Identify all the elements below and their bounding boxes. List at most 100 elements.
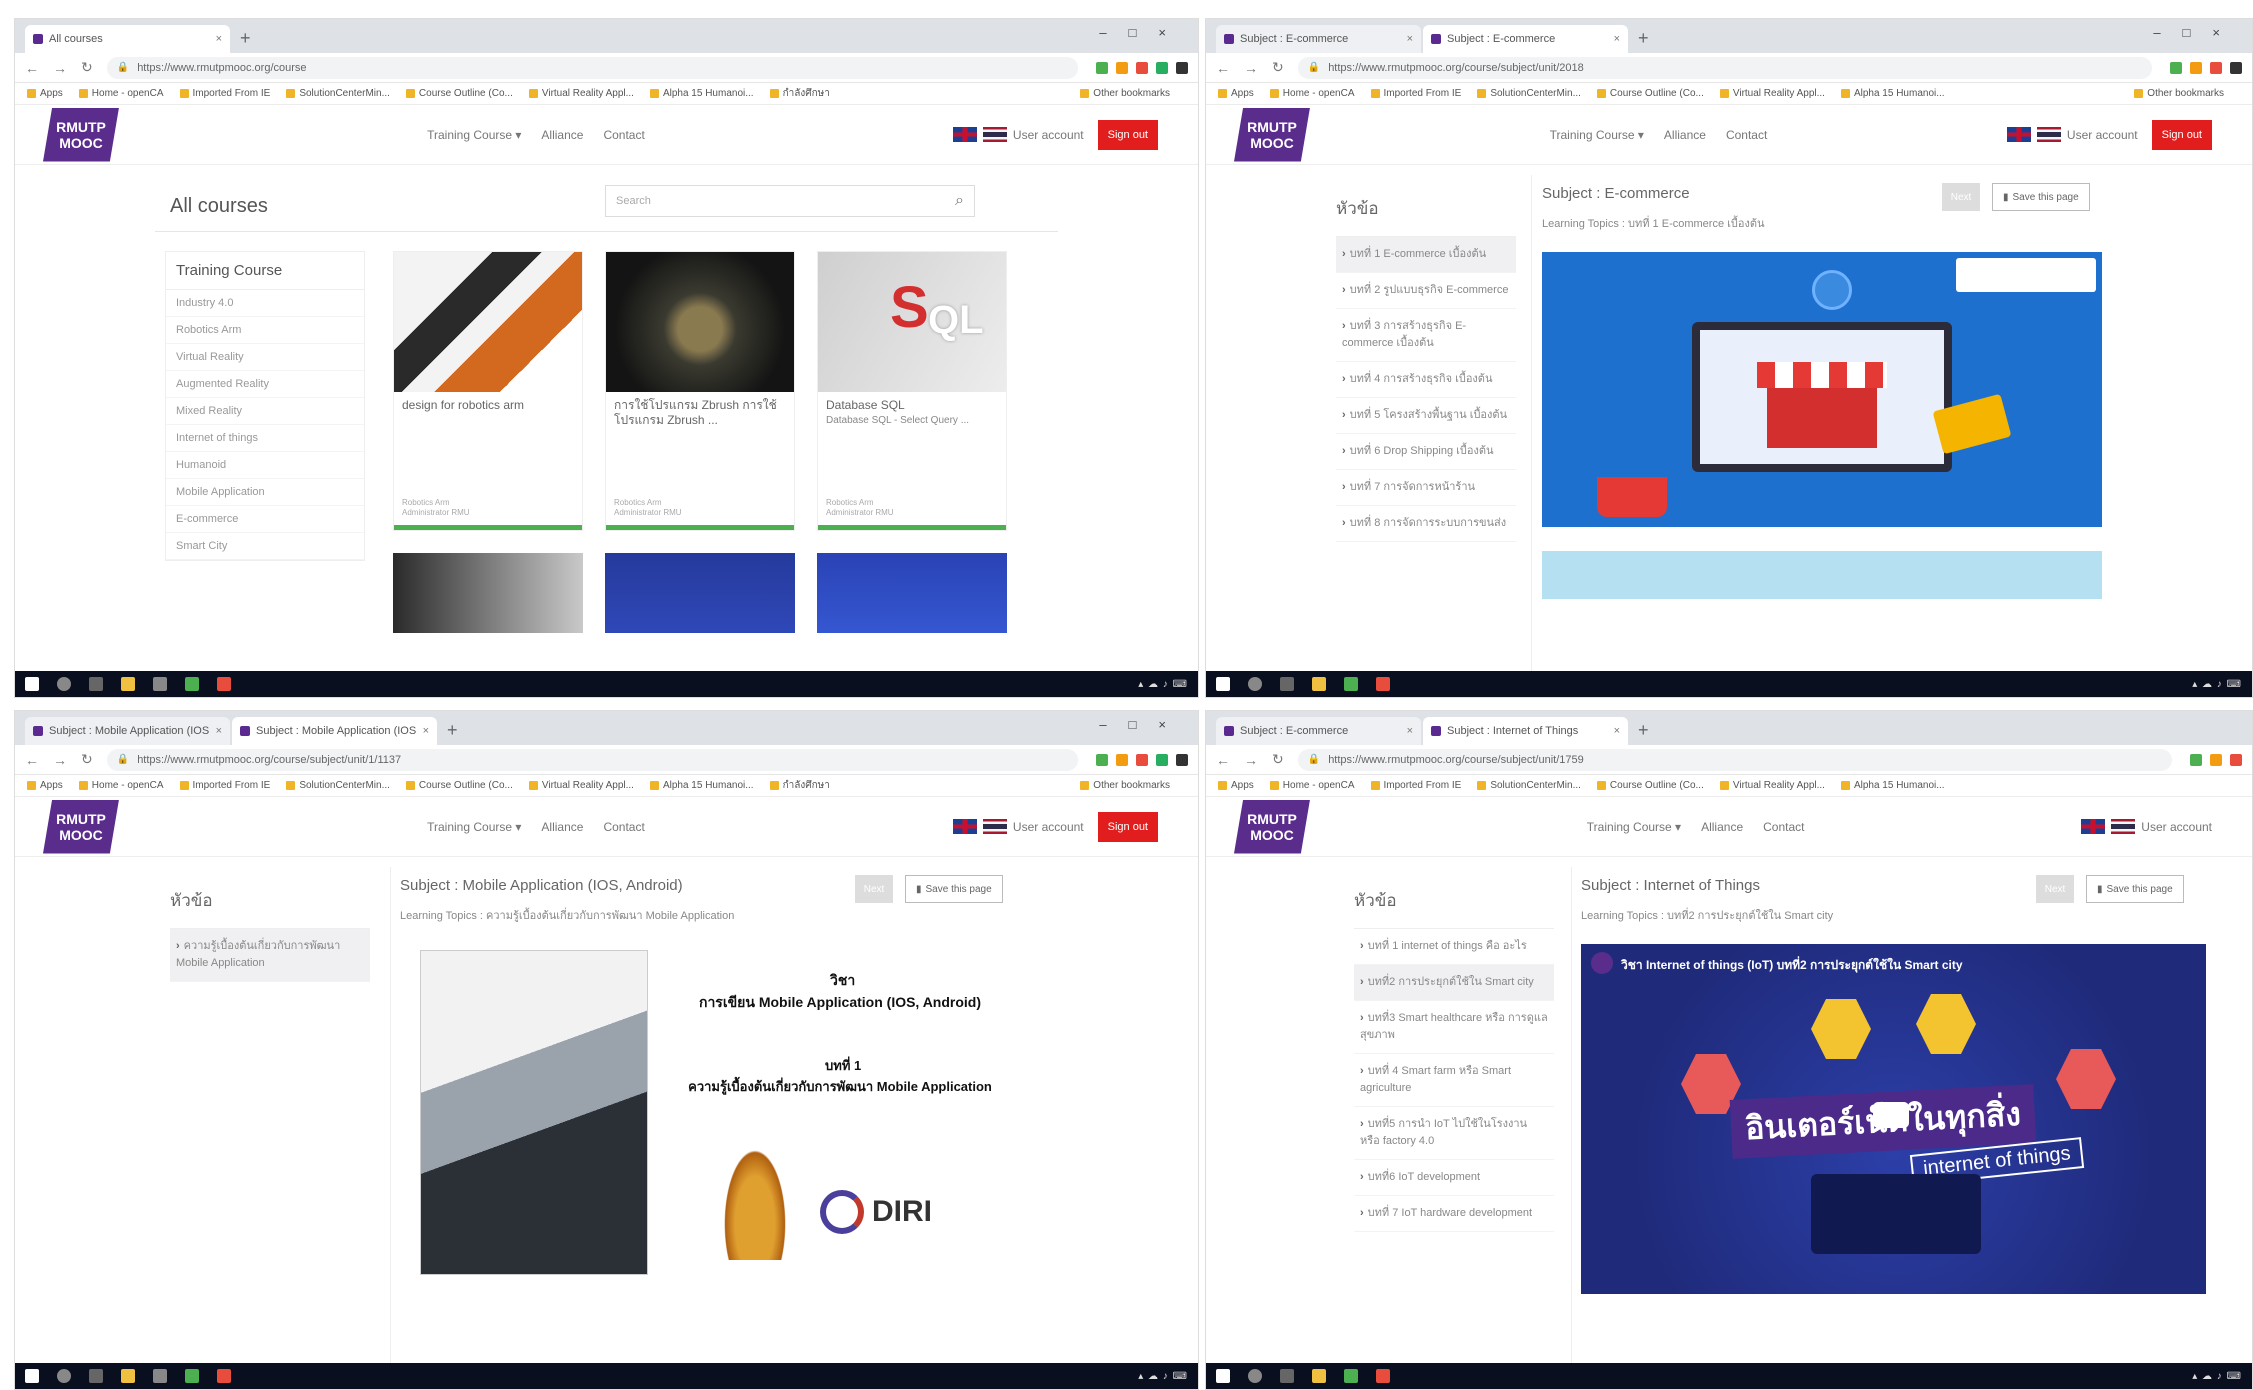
category-item[interactable]: Augmented Reality <box>166 371 364 398</box>
app-icon[interactable] <box>185 677 199 691</box>
task-view-icon[interactable] <box>1280 677 1294 691</box>
chrome-icon[interactable] <box>1376 677 1390 691</box>
course-thumbnail[interactable] <box>817 553 1007 633</box>
extension-icon[interactable] <box>2210 753 2222 766</box>
file-explorer-icon[interactable] <box>121 677 135 691</box>
lesson-item[interactable]: › บทที่ 8 การจัดการระบบการขนส่ง <box>1336 506 1516 542</box>
windows-start-icon[interactable] <box>1216 677 1230 691</box>
search-icon[interactable] <box>57 1369 71 1383</box>
search-icon[interactable] <box>57 677 71 691</box>
uk-flag-icon[interactable] <box>952 819 977 834</box>
extension-icon[interactable] <box>1136 753 1148 766</box>
new-tab-icon[interactable]: + <box>1638 720 1649 741</box>
nav-contact[interactable]: Contact <box>1763 820 1804 834</box>
system-tray[interactable]: ▴ ☁ ♪ ⌨ <box>1138 679 1188 690</box>
course-card[interactable]: design for robotics arm Robotics Arm Admi… <box>393 251 583 531</box>
bookmark[interactable]: Virtual Reality Appl... <box>528 780 634 791</box>
search-icon[interactable] <box>1248 1369 1262 1383</box>
category-item[interactable]: Robotics Arm <box>166 317 364 344</box>
bookmark[interactable]: Apps <box>27 780 63 791</box>
lesson-item[interactable]: › บทที่ 6 Drop Shipping เบื้องต้น <box>1336 434 1516 470</box>
file-explorer-icon[interactable] <box>121 1369 135 1383</box>
extension-icon[interactable] <box>2230 753 2242 766</box>
window-controls[interactable]: –□× <box>1099 717 1188 732</box>
back-icon[interactable]: ← <box>1216 752 1230 768</box>
category-item[interactable]: Mobile Application <box>166 479 364 506</box>
system-tray[interactable]: ▴ ☁ ♪ ⌨ <box>2192 1371 2242 1382</box>
save-page-button[interactable]: ▮ Save this page <box>1992 183 2090 211</box>
new-tab-icon[interactable]: + <box>447 720 458 741</box>
reload-icon[interactable]: ↻ <box>81 751 93 768</box>
close-icon[interactable]: × <box>216 725 222 737</box>
course-card[interactable]: การใช้โปรแกรม Zbrush การใช้โปรแกรม Zbrus… <box>605 251 795 531</box>
url-input[interactable]: 🔒 https://www.rmutpmooc.org/course/subjec… <box>106 748 1078 771</box>
bookmark[interactable]: กำลังศึกษา <box>769 778 830 793</box>
windows-start-icon[interactable] <box>25 677 39 691</box>
category-item[interactable]: E-commerce <box>166 506 364 533</box>
reload-icon[interactable]: ↻ <box>1272 59 1284 76</box>
lesson-item[interactable]: › บทที่ 5 โครงสร้างพื้นฐาน เบื้องต้น <box>1336 398 1516 434</box>
search-input[interactable]: Search ⌕ <box>605 185 975 217</box>
bookmark[interactable]: Imported From IE <box>1370 88 1461 99</box>
extension-icon[interactable] <box>1116 61 1128 74</box>
sign-out-button[interactable]: Sign out <box>1097 811 1158 842</box>
system-tray[interactable]: ▴ ☁ ♪ ⌨ <box>2192 679 2242 690</box>
bookmark[interactable]: SolutionCenterMin... <box>286 780 390 791</box>
lesson-item[interactable]: › บทที่3 Smart healthcare หรือ การดูแลสุข… <box>1354 1001 1554 1054</box>
window-controls[interactable]: –□× <box>1099 25 1188 40</box>
lesson-item[interactable]: › บทที่ 7 IoT hardware development <box>1354 1196 1554 1232</box>
reload-icon[interactable]: ↻ <box>1272 751 1284 768</box>
bookmark[interactable]: Apps <box>1218 88 1254 99</box>
category-item[interactable]: Industry 4.0 <box>166 290 364 317</box>
bookmark[interactable]: Virtual Reality Appl... <box>1719 88 1825 99</box>
close-icon[interactable]: × <box>1407 725 1413 737</box>
next-button[interactable]: Next <box>1942 183 1980 211</box>
lesson-item[interactable]: › บทที่ 7 การจัดการหน้าร้าน <box>1336 470 1516 506</box>
user-account-link[interactable]: User account <box>1013 128 1084 142</box>
app-icon[interactable] <box>1344 1369 1358 1383</box>
nav-training-course[interactable]: Training Course ▾ <box>1550 128 1644 142</box>
bookmark[interactable]: SolutionCenterMin... <box>1477 88 1581 99</box>
category-item[interactable]: Humanoid <box>166 452 364 479</box>
extension-icon[interactable] <box>1176 753 1188 766</box>
lesson-item[interactable]: › ความรู้เบื้องต้นเกี่ยวกับการพัฒนา Mobil… <box>170 929 370 982</box>
course-thumbnail[interactable] <box>393 553 583 633</box>
chrome-icon[interactable] <box>217 677 231 691</box>
forward-icon[interactable]: → <box>53 60 67 76</box>
system-tray[interactable]: ▴ ☁ ♪ ⌨ <box>1138 1371 1188 1382</box>
next-button[interactable]: Next <box>2036 875 2074 903</box>
app-icon[interactable] <box>185 1369 199 1383</box>
user-account-link[interactable]: User account <box>2141 820 2212 834</box>
save-page-button[interactable]: ▮ Save this page <box>2086 875 2184 903</box>
category-item[interactable]: Smart City <box>166 533 364 560</box>
extension-icon[interactable] <box>1096 61 1108 74</box>
nav-alliance[interactable]: Alliance <box>1664 128 1706 142</box>
category-item[interactable]: Mixed Reality <box>166 398 364 425</box>
thai-flag-icon[interactable] <box>2111 819 2136 834</box>
close-icon[interactable]: × <box>216 33 222 45</box>
back-icon[interactable]: ← <box>1216 60 1230 76</box>
url-input[interactable]: 🔒 https://www.rmutpmooc.org/course/subjec… <box>1297 56 2152 79</box>
app-icon[interactable] <box>153 677 167 691</box>
save-page-button[interactable]: ▮ Save this page <box>905 875 1003 903</box>
sign-out-button[interactable]: Sign out <box>1097 119 1158 150</box>
ecommerce-illustration[interactable] <box>1542 252 2102 527</box>
rmutp-mooc-logo[interactable]: RMUTP MOOC <box>43 799 119 854</box>
task-view-icon[interactable] <box>89 677 103 691</box>
url-input[interactable]: 🔒 https://www.rmutpmooc.org/course <box>106 56 1078 79</box>
bookmark[interactable]: Course Outline (Co... <box>1596 780 1704 791</box>
play-icon[interactable] <box>1873 1102 1909 1128</box>
bookmark[interactable]: Home - openCA <box>1269 780 1355 791</box>
extension-icon[interactable] <box>1156 753 1168 766</box>
bookmark[interactable]: กำลังศึกษา <box>769 86 830 101</box>
nav-training-course[interactable]: Training Course ▾ <box>1587 820 1681 834</box>
lesson-slide[interactable]: วิชา การเขียน Mobile Application (IOS, A… <box>400 950 1000 1280</box>
bookmark[interactable]: Home - openCA <box>78 780 164 791</box>
extension-icon[interactable] <box>2230 61 2242 74</box>
bookmark[interactable]: Virtual Reality Appl... <box>528 88 634 99</box>
file-explorer-icon[interactable] <box>1312 1369 1326 1383</box>
rmutp-mooc-logo[interactable]: RMUTP MOOC <box>1234 107 1310 162</box>
lesson-item[interactable]: › บทที่ 4 การสร้างธุรกิจ เบื้องต้น <box>1336 362 1516 398</box>
bookmark[interactable]: Virtual Reality Appl... <box>1719 780 1825 791</box>
close-icon[interactable]: × <box>423 725 429 737</box>
